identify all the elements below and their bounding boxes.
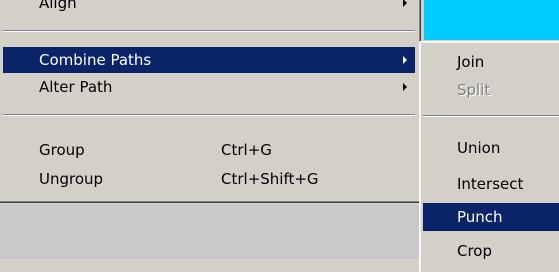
submenu-item-label: Punch [457, 208, 503, 226]
submenu-item-label: Join [457, 53, 485, 71]
submenu-item-label: Union [457, 139, 501, 157]
menu-item-group[interactable]: Group Ctrl+G [3, 137, 415, 163]
menu-item-label: Group [39, 141, 85, 159]
combine-paths-submenu: Join ( Split ( Union Intersect Punch Cro… [419, 41, 559, 272]
menu-item-ungroup[interactable]: Ungroup Ctrl+Shift+G [3, 166, 415, 192]
menu-item-label: Ungroup [39, 170, 104, 188]
submenu-item-label: Crop [457, 242, 493, 260]
menu-item-label: Align [39, 0, 77, 12]
menu-item-label: Alter Path [39, 78, 113, 96]
menu-item-shortcut: Ctrl+Shift+G [221, 170, 319, 188]
menu-item-shortcut: Ctrl+G [221, 141, 272, 159]
background-area [0, 205, 420, 259]
submenu-item-punch[interactable]: Punch [423, 203, 559, 231]
menu-separator [3, 30, 415, 32]
menu-item-align[interactable]: Align [3, 0, 415, 16]
submenu-separator [423, 115, 559, 117]
submenu-item-label: Intersect [457, 175, 524, 193]
submenu-item-split: Split ( [423, 76, 559, 104]
submenu-item-crop[interactable]: Crop [423, 237, 559, 265]
submenu-arrow-icon [403, 83, 407, 91]
menu-item-label: Combine Paths [39, 51, 152, 69]
menu-item-combine-paths[interactable]: Combine Paths [3, 47, 415, 73]
submenu-arrow-icon [403, 0, 407, 7]
submenu-item-union[interactable]: Union [423, 134, 559, 162]
submenu-item-label: Split [457, 81, 491, 99]
menu-separator [3, 114, 415, 116]
window-background [424, 0, 559, 40]
menu-item-alter-path[interactable]: Alter Path [3, 74, 415, 100]
submenu-item-join[interactable]: Join ( [423, 48, 559, 76]
submenu-item-intersect[interactable]: Intersect [423, 170, 559, 198]
context-menu: Align Combine Paths Alter Path Group Ctr… [0, 0, 421, 203]
submenu-arrow-icon [403, 56, 407, 64]
